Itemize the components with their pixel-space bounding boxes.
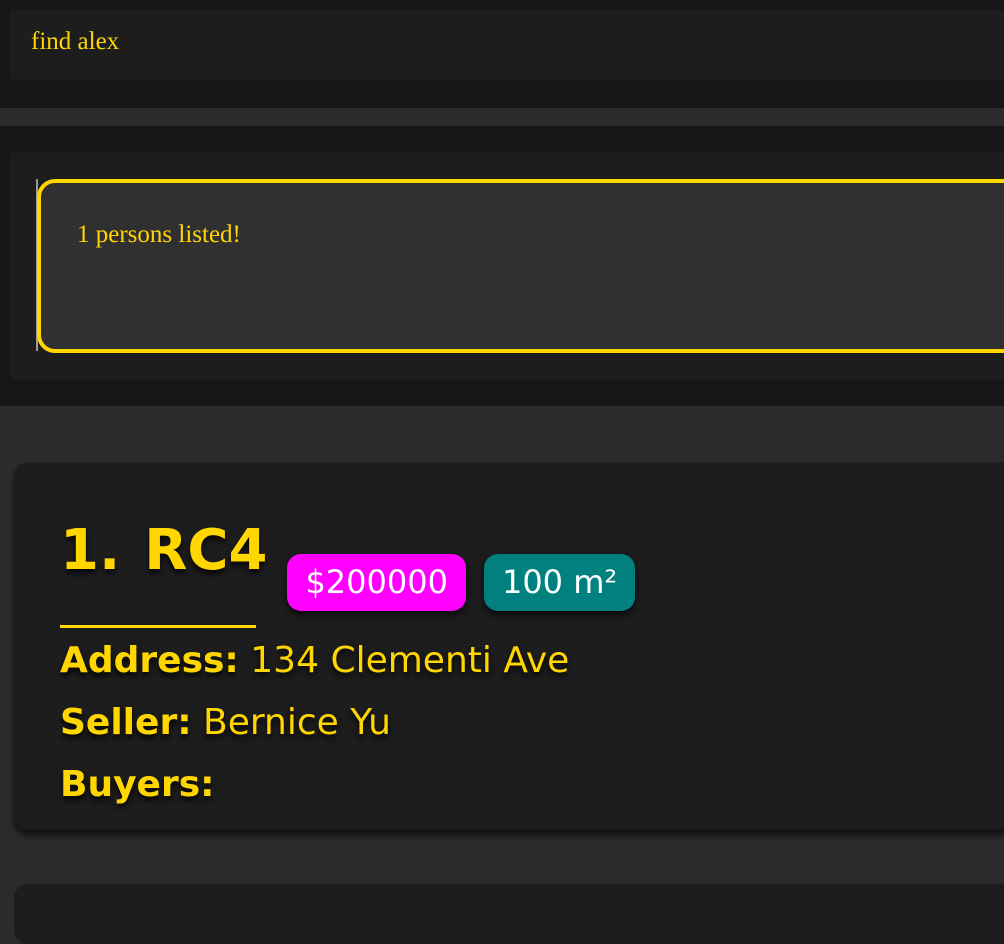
listing-card[interactable]: 1. RC4 $200000 100 m² Address: 134 Cleme… [14,462,1004,830]
address-row: Address: 134 Clementi Ave [60,638,569,684]
listing-index: 1. [60,518,121,583]
next-listing-card[interactable] [14,884,1004,944]
command-input[interactable]: find alex [10,10,1004,80]
buyers-row: Buyers: [60,762,215,808]
seller-value: Bernice Yu [203,702,391,743]
listing-header: 1. RC4 $200000 100 m² [60,518,636,611]
seller-row: Seller: Bernice Yu [60,700,391,746]
result-section: 1 persons listed! [0,126,1004,406]
listing-title: 1. RC4 [60,518,267,584]
seller-label: Seller: [60,702,192,743]
buyers-label: Buyers: [60,764,215,805]
result-message: 1 persons listed! [77,221,241,248]
command-input-text: find alex [31,28,120,55]
address-value: 134 Clementi Ave [250,640,570,681]
address-label: Address: [60,640,239,681]
size-tag: 100 m² [483,554,636,611]
result-display[interactable]: 1 persons listed! [37,179,1004,353]
command-section: find alex [0,0,1004,108]
listing-list-panel[interactable]: 1. RC4 $200000 100 m² Address: 134 Cleme… [0,432,1004,944]
price-tag: $200000 [287,554,466,611]
listing-name: RC4 [144,518,268,583]
result-display-container: 1 persons listed! [10,152,1004,380]
title-underline [60,625,256,628]
